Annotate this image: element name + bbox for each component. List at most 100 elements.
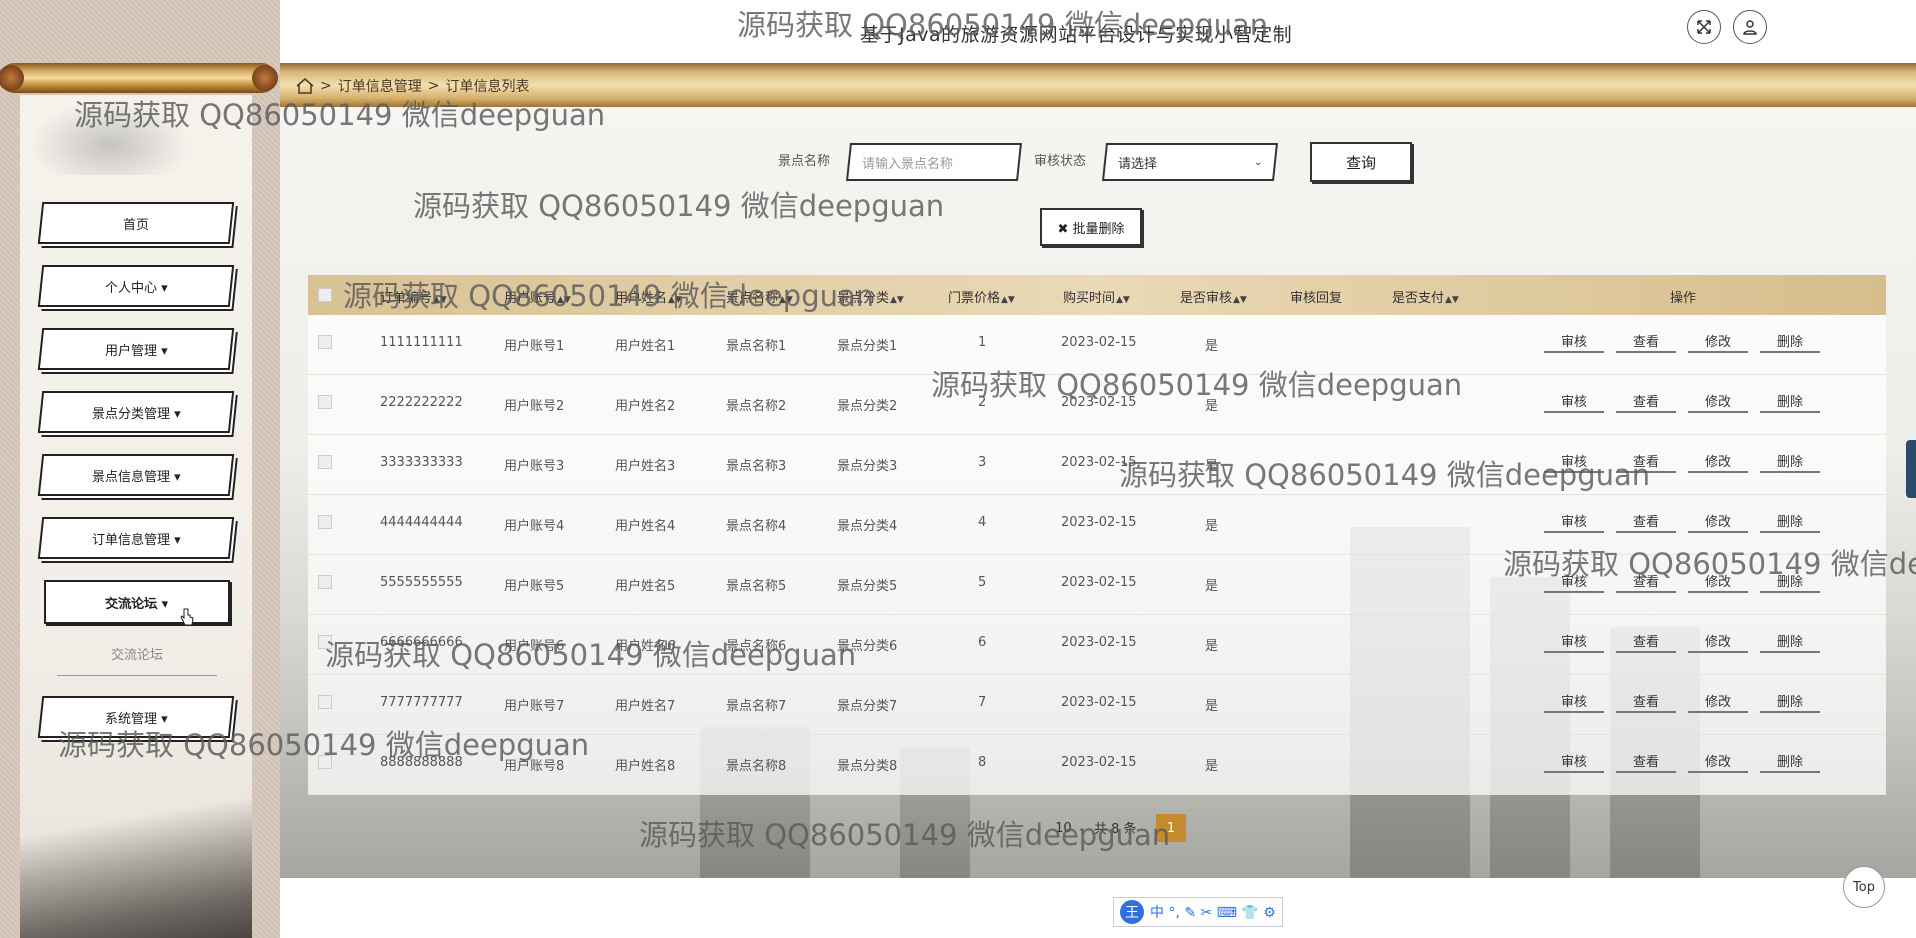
ime-toolbar[interactable]: 王 中 °, ✎ ✂ ⌨ 👕 ⚙ — [1113, 897, 1283, 927]
user-icon[interactable] — [1733, 10, 1767, 44]
cell-spot-name: 景点名称2 — [726, 399, 787, 414]
cell-order-no: 5555555555 — [380, 575, 463, 590]
sidebar-item-user-management[interactable]: 用户管理 ▾ — [37, 328, 235, 370]
edit-button[interactable]: 修改 — [1688, 449, 1748, 473]
side-drawer-handle[interactable] — [1906, 440, 1916, 498]
row-checkbox[interactable] — [318, 395, 332, 409]
view-button[interactable]: 查看 — [1616, 329, 1676, 353]
delete-button[interactable]: 删除 — [1760, 689, 1820, 713]
audit-status-label: 审核状态 — [1034, 154, 1087, 169]
ime-tools[interactable]: 中 °, ✎ ✂ ⌨ 👕 ⚙ — [1150, 902, 1276, 922]
select-all-checkbox[interactable] — [318, 288, 332, 302]
fullscreen-icon[interactable] — [1687, 10, 1721, 44]
sidebar-item-spot-info-management[interactable]: 景点信息管理 ▾ — [37, 454, 235, 496]
hand-cursor-icon — [180, 608, 194, 626]
cell-purchase-time: 2023-02-15 — [1061, 335, 1137, 350]
cell-audited: 是 — [1205, 759, 1219, 774]
sidebar-item-spot-category-management[interactable]: 景点分类管理 ▾ — [37, 391, 235, 433]
delete-button[interactable]: 删除 — [1760, 449, 1820, 473]
audit-button[interactable]: 审核 — [1544, 509, 1604, 533]
cell-spot-name: 景点名称5 — [726, 579, 787, 594]
edit-button[interactable]: 修改 — [1688, 749, 1748, 773]
cell-spot-category: 景点分类4 — [837, 519, 898, 534]
query-button[interactable]: 查询 — [1310, 142, 1412, 182]
cell-user-account: 用户账号4 — [504, 519, 565, 534]
view-button[interactable]: 查看 — [1616, 629, 1676, 653]
column-header[interactable]: 是否支付▲▼ — [1392, 287, 1459, 306]
sort-icon: ▲▼ — [890, 295, 904, 305]
row-checkbox[interactable] — [318, 335, 332, 349]
cell-ticket-price: 6 — [978, 635, 987, 650]
cell-spot-name: 景点名称4 — [726, 519, 787, 534]
delete-button[interactable]: 删除 — [1760, 749, 1820, 773]
cell-audited: 是 — [1205, 699, 1219, 714]
cell-audited: 是 — [1205, 339, 1219, 354]
chevron-down-icon: ⌄ — [1253, 156, 1262, 168]
cell-ticket-price: 7 — [978, 695, 987, 710]
back-to-top-button[interactable]: Top — [1843, 866, 1885, 908]
watermark: 源码获取 QQ86050149 微信deepguan — [343, 279, 875, 313]
cell-order-no: 4444444444 — [380, 515, 463, 530]
cell-spot-category: 景点分类1 — [837, 339, 898, 354]
cell-user-name: 用户姓名1 — [615, 339, 676, 354]
watermark: 源码获取 QQ86050149 微信deepguan — [639, 818, 1171, 852]
sidebar-subitem-forum[interactable]: 交流论坛 — [57, 644, 217, 663]
cell-spot-name: 景点名称3 — [726, 459, 787, 474]
watermark: 源码获取 QQ86050149 微信deepguan — [931, 368, 1463, 402]
delete-button[interactable]: 删除 — [1760, 389, 1820, 413]
column-header[interactable]: 购买时间▲▼ — [1063, 287, 1130, 306]
cell-audited: 是 — [1205, 519, 1219, 534]
cell-audited: 是 — [1205, 639, 1219, 654]
row-checkbox[interactable] — [318, 695, 332, 709]
edit-button[interactable]: 修改 — [1688, 509, 1748, 533]
sort-icon: ▲▼ — [1445, 295, 1459, 305]
edit-button[interactable]: 修改 — [1688, 629, 1748, 653]
column-header[interactable]: 是否审核▲▼ — [1180, 287, 1247, 306]
batch-delete-button[interactable]: ✖ 批量删除 — [1040, 208, 1142, 246]
cell-user-account: 用户账号1 — [504, 339, 565, 354]
view-button[interactable]: 查看 — [1616, 509, 1676, 533]
watermark: 源码获取 QQ86050149 微信deepguan — [325, 638, 857, 672]
cell-user-account: 用户账号3 — [504, 459, 565, 474]
cell-order-no: 2222222222 — [380, 395, 463, 410]
cell-order-no: 7777777777 — [380, 695, 463, 710]
sidebar-item-personal-center[interactable]: 个人中心 ▾ — [37, 265, 235, 307]
watermark: 源码获取 QQ86050149 微信deepguan — [74, 98, 606, 132]
column-header[interactable]: 门票价格▲▼ — [948, 287, 1015, 306]
submenu-divider — [57, 675, 217, 676]
cell-user-account: 用户账号7 — [504, 699, 565, 714]
cell-ticket-price: 5 — [978, 575, 987, 590]
scroll-decoration — [0, 63, 278, 93]
view-button[interactable]: 查看 — [1616, 749, 1676, 773]
sidebar-item-forum[interactable]: 交流论坛 ▾ — [44, 580, 230, 624]
cell-purchase-time: 2023-02-15 — [1061, 635, 1137, 650]
cell-purchase-time: 2023-02-15 — [1061, 515, 1137, 530]
edit-button[interactable]: 修改 — [1688, 689, 1748, 713]
audit-button[interactable]: 审核 — [1544, 629, 1604, 653]
row-checkbox[interactable] — [318, 455, 332, 469]
sidebar-item-home[interactable]: 首页 — [37, 202, 235, 244]
column-header: 操作 — [1670, 291, 1697, 306]
footer-strip — [280, 878, 1916, 938]
row-checkbox[interactable] — [318, 515, 332, 529]
row-checkbox[interactable] — [318, 575, 332, 589]
edit-button[interactable]: 修改 — [1688, 329, 1748, 353]
sort-icon: ▲▼ — [1233, 295, 1247, 305]
view-button[interactable]: 查看 — [1616, 689, 1676, 713]
audit-button[interactable]: 审核 — [1544, 389, 1604, 413]
watermark: 源码获取 QQ86050149 微信deepguan — [1119, 458, 1651, 492]
view-button[interactable]: 查看 — [1616, 389, 1676, 413]
delete-button[interactable]: 删除 — [1760, 329, 1820, 353]
audit-button[interactable]: 审核 — [1544, 749, 1604, 773]
delete-button[interactable]: 删除 — [1760, 629, 1820, 653]
delete-button[interactable]: 删除 — [1760, 509, 1820, 533]
edit-button[interactable]: 修改 — [1688, 389, 1748, 413]
cell-user-name: 用户姓名8 — [615, 759, 676, 774]
audit-status-select[interactable]: 请选择 ⌄ — [1102, 143, 1278, 181]
sidebar-item-order-management[interactable]: 订单信息管理 ▾ — [37, 517, 235, 559]
cell-purchase-time: 2023-02-15 — [1061, 755, 1137, 770]
audit-button[interactable]: 审核 — [1544, 329, 1604, 353]
audit-button[interactable]: 审核 — [1544, 689, 1604, 713]
spot-name-input[interactable]: 请输入景点名称 — [846, 143, 1022, 181]
cell-order-no: 3333333333 — [380, 455, 463, 470]
